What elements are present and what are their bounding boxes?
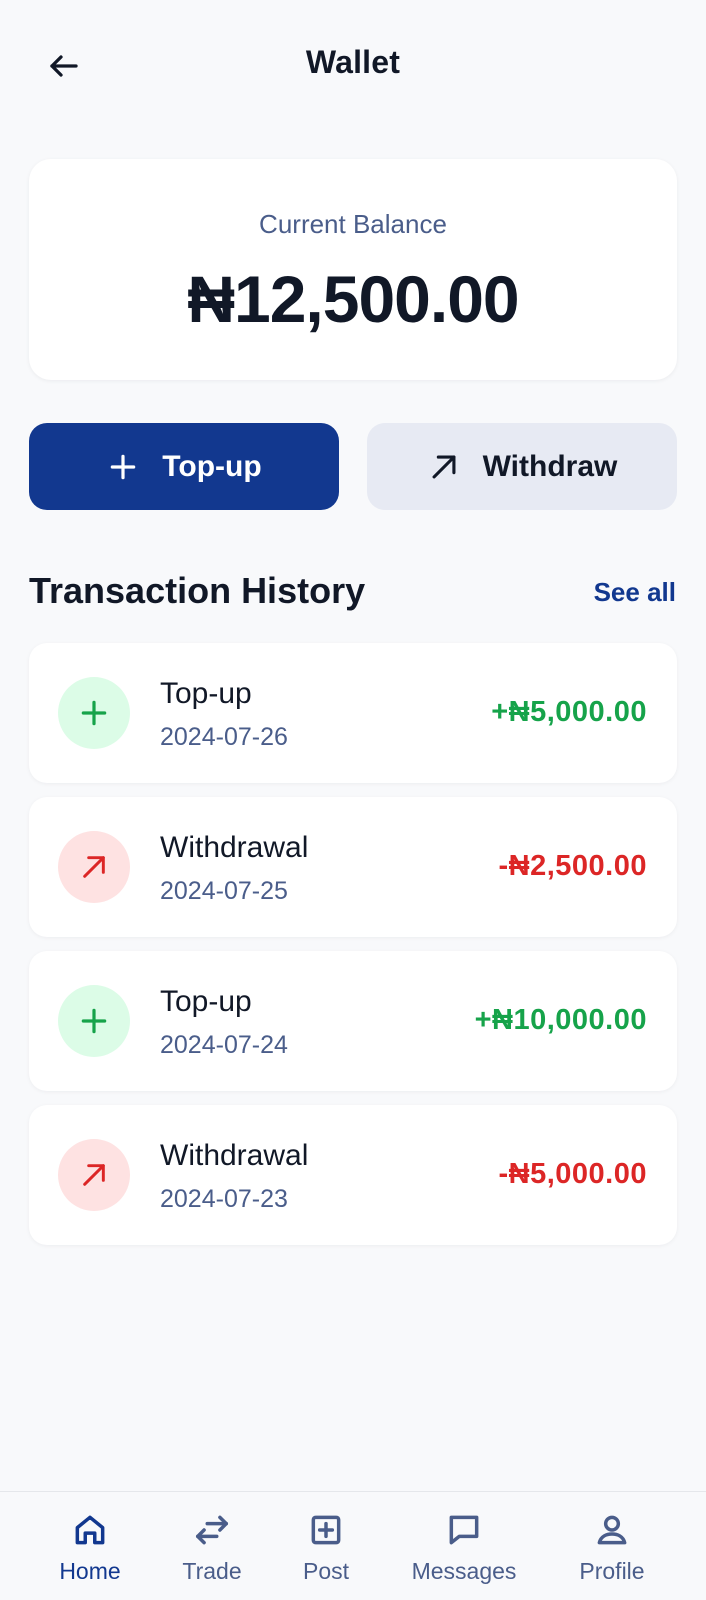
transaction-type: Top-up [160,985,252,1018]
chat-icon [444,1510,484,1550]
transaction-amount: +₦5,000.00 [491,696,647,728]
page-title: Wallet [305,44,401,80]
transaction-date: 2024-07-26 [160,723,288,751]
nav-item-post[interactable]: Post [261,1510,391,1594]
user-icon [592,1510,632,1550]
transaction-amount: -₦2,500.00 [498,850,647,882]
transaction-item[interactable]: Withdrawal 2024-07-25 -₦2,500.00 [29,797,677,937]
home-icon [70,1510,110,1550]
plus-icon [58,677,130,749]
plus-icon [106,450,140,484]
plus-square-icon [306,1510,346,1550]
transaction-history-title: Transaction History [29,570,366,611]
balance-label: Current Balance [259,209,447,239]
bottom-nav: Home Trade Post Messages Profile [0,1491,706,1600]
transaction-item[interactable]: Withdrawal 2024-07-23 -₦5,000.00 [29,1105,677,1245]
swap-icon [192,1510,232,1550]
arrow-up-right-icon [427,450,461,484]
nav-item-messages[interactable]: Messages [399,1510,529,1594]
wallet-screen: Wallet Current Balance ₦12,500.00 Top-up… [0,0,706,1600]
nav-label-messages: Messages [411,1558,517,1584]
nav-label-trade: Trade [182,1558,242,1584]
balance-card: Current Balance ₦12,500.00 [29,159,677,380]
plus-icon [58,985,130,1057]
nav-label-post: Post [302,1558,350,1584]
balance-amount: ₦12,500.00 [187,262,519,336]
nav-item-profile[interactable]: Profile [547,1510,677,1594]
see-all-link[interactable]: See all [594,577,676,608]
arrow-up-right-icon [58,831,130,903]
arrow-up-right-icon [58,1139,130,1211]
topup-button[interactable]: Top-up [29,423,339,510]
transaction-amount: -₦5,000.00 [498,1158,647,1190]
transaction-type: Withdrawal [160,831,309,864]
withdraw-button[interactable]: Withdraw [367,423,677,510]
transaction-item[interactable]: Top-up 2024-07-24 +₦10,000.00 [29,951,677,1091]
transaction-amount: +₦10,000.00 [474,1004,647,1036]
header: Wallet [0,0,706,132]
withdraw-button-label: Withdraw [482,449,618,483]
transaction-date: 2024-07-23 [160,1185,288,1213]
nav-label-home: Home [59,1558,121,1584]
nav-item-home[interactable]: Home [25,1510,155,1594]
topup-button-label: Top-up [162,449,262,483]
nav-item-trade[interactable]: Trade [147,1510,277,1594]
transaction-type: Top-up [160,677,252,710]
nav-label-profile: Profile [579,1558,645,1584]
transaction-type: Withdrawal [160,1139,309,1172]
transaction-item[interactable]: Top-up 2024-07-26 +₦5,000.00 [29,643,677,783]
transaction-date: 2024-07-24 [160,1031,288,1059]
transaction-date: 2024-07-25 [160,877,288,905]
